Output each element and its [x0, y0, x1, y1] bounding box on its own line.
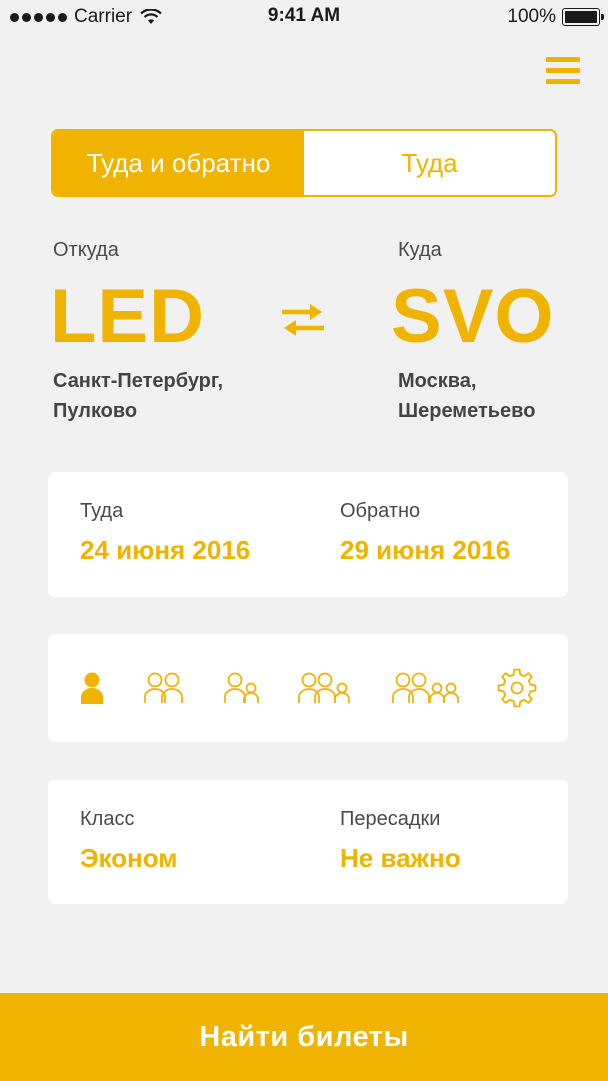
return-date-field[interactable]: Обратно 29 июня 2016: [340, 500, 510, 566]
passengers-card: [48, 634, 568, 742]
tab-round-trip[interactable]: Туда и обратно: [53, 131, 304, 195]
transfers-value: Не важно: [340, 843, 461, 873]
class-field[interactable]: Класс Эконом: [80, 808, 178, 874]
find-tickets-button[interactable]: Найти билеты: [0, 993, 608, 1081]
status-bar: Carrier 9:41 AM 100%: [0, 0, 608, 34]
status-right: 100%: [507, 6, 604, 28]
class-label: Класс: [80, 808, 135, 830]
return-date-label: Обратно: [340, 500, 421, 522]
battery-icon: [562, 8, 604, 26]
hamburger-menu-icon[interactable]: [546, 57, 580, 87]
dates-card: Туда 24 июня 2016 Обратно 29 июня 2016: [48, 472, 568, 597]
adult-child-icon[interactable]: [223, 668, 261, 708]
class-transfers-card: Класс Эконом Пересадки Не важно: [48, 780, 568, 904]
origin-city: Санкт-Петербург, Пулково: [53, 370, 224, 422]
trip-type-toggle: Туда и обратно Туда: [51, 129, 557, 197]
one-adult-icon[interactable]: [78, 668, 106, 708]
depart-date-label: Туда: [80, 500, 124, 522]
destination-city: Москва, Шереметьево: [398, 370, 536, 422]
transfers-field[interactable]: Пересадки Не важно: [340, 808, 461, 874]
swap-arrows-icon[interactable]: [278, 300, 328, 340]
destination-airport-code[interactable]: SVO: [391, 277, 555, 357]
two-adults-two-children-icon[interactable]: [392, 668, 460, 708]
return-date-value: 29 июня 2016: [340, 535, 511, 565]
to-label: Куда: [398, 239, 442, 261]
transfers-label: Пересадки: [340, 808, 441, 830]
depart-date-field[interactable]: Туда 24 июня 2016: [80, 500, 250, 566]
depart-date-value: 24 июня 2016: [80, 535, 251, 565]
two-adults-icon[interactable]: [143, 668, 185, 708]
battery-percent: 100%: [507, 6, 556, 27]
two-adults-child-icon[interactable]: [298, 668, 352, 708]
class-value: Эконом: [80, 843, 178, 873]
tab-one-way[interactable]: Туда: [304, 131, 555, 195]
origin-airport-code[interactable]: LED: [50, 277, 205, 357]
settings-gear-icon[interactable]: [497, 668, 537, 708]
from-label: Откуда: [53, 239, 119, 261]
